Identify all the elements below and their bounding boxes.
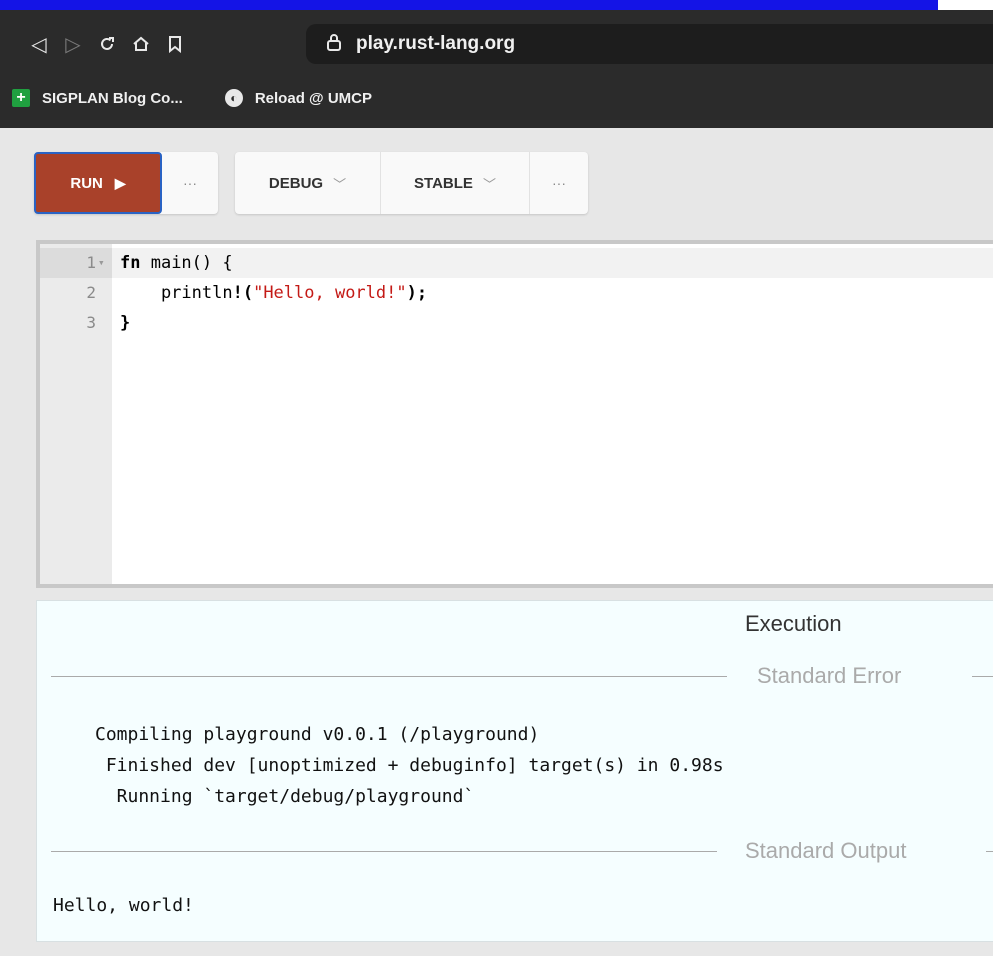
- navigation-row: ◁ ▷ play.rust-lang.org: [0, 24, 993, 64]
- line-numbers: 1 ▾ 2 3: [40, 244, 112, 584]
- lock-icon: [326, 33, 344, 56]
- bookmarks-bar: + SIGPLAN Blog Co... ◐ Reload @ UMCP: [0, 82, 993, 114]
- code-line: fn main() {: [120, 248, 427, 278]
- back-icon[interactable]: ◁: [22, 27, 56, 61]
- globe-icon: ◐: [224, 89, 243, 107]
- divider: [986, 851, 993, 852]
- bookmark-label: SIGPLAN Blog Co...: [42, 89, 183, 107]
- address-bar[interactable]: play.rust-lang.org: [306, 24, 993, 64]
- line-number: 2: [86, 283, 96, 302]
- advanced-options-button[interactable]: ···: [529, 152, 588, 214]
- divider: [51, 676, 727, 677]
- code-content[interactable]: fn main() { println!("Hello, world!"); }: [120, 248, 427, 338]
- code-line: println!("Hello, world!");: [120, 278, 427, 308]
- code-text: main() {: [140, 253, 233, 273]
- code-line: }: [120, 313, 131, 333]
- code-text: );: [406, 283, 428, 303]
- run-button[interactable]: RUN ▶: [34, 152, 162, 214]
- keyword: fn: [120, 253, 141, 273]
- bookmark-sigplan[interactable]: + SIGPLAN Blog Co...: [12, 89, 183, 107]
- stdout-text: Hello, world!: [53, 895, 194, 916]
- string-literal: "Hello, world!": [253, 283, 407, 303]
- stdout-label: Standard Output: [745, 838, 907, 863]
- run-button-group: RUN ▶ ···: [34, 152, 218, 214]
- play-icon: ▶: [114, 174, 126, 191]
- stderr-line: Running `target/debug/playground`: [95, 786, 475, 807]
- bookmark-icon[interactable]: [158, 27, 192, 61]
- stderr-line: Finished dev [unoptimized + debuginfo] t…: [95, 755, 724, 776]
- run-label: RUN: [70, 174, 103, 192]
- home-icon[interactable]: [124, 27, 158, 61]
- code-text: println: [120, 283, 233, 303]
- fold-arrow-icon[interactable]: ▾: [98, 248, 105, 278]
- forward-icon[interactable]: ▷: [56, 27, 90, 61]
- build-mode-dropdown[interactable]: DEBUG ﹀: [235, 152, 380, 214]
- run-options-button[interactable]: ···: [162, 152, 218, 214]
- bookmark-reload-umcp[interactable]: ◐ Reload @ UMCP: [224, 89, 372, 107]
- reload-icon[interactable]: [90, 27, 124, 61]
- output-title: Execution: [745, 611, 842, 636]
- channel-dropdown[interactable]: STABLE ﹀: [380, 152, 529, 214]
- url-text: play.rust-lang.org: [356, 33, 516, 54]
- stderr-label: Standard Error: [757, 663, 902, 688]
- divider: [51, 851, 717, 852]
- build-mode-label: DEBUG: [268, 174, 324, 192]
- more-icon: ···: [552, 175, 566, 191]
- plus-favicon-icon: +: [12, 89, 30, 107]
- code-editor[interactable]: 1 ▾ 2 3 fn main() { println!("Hello, wor…: [36, 240, 993, 588]
- output-panel: Execution Standard Error Compiling playg…: [36, 600, 993, 942]
- line-number: 3: [86, 313, 96, 332]
- more-icon: ···: [183, 175, 197, 191]
- code-text: !(: [232, 283, 254, 303]
- config-button-group: DEBUG ﹀ STABLE ﹀ ···: [235, 152, 588, 214]
- playground-page: RUN ▶ ··· DEBUG ﹀ STABLE ﹀ ··· 1 ▾ 2 3 f…: [0, 128, 993, 956]
- bookmark-label: Reload @ UMCP: [254, 89, 372, 107]
- divider: [972, 676, 993, 677]
- browser-chrome: ◁ ▷ play.rust-lang.org + SIGPLAN Blog Co…: [0, 10, 993, 128]
- chevron-down-icon: ﹀: [333, 176, 347, 192]
- channel-label: STABLE: [414, 174, 473, 192]
- chevron-down-icon: ﹀: [482, 176, 496, 192]
- stderr-text: Compiling playground v0.0.1 (/playground…: [95, 719, 724, 812]
- line-number: 1: [86, 253, 96, 272]
- stderr-line: Compiling playground v0.0.1 (/playground…: [95, 724, 540, 745]
